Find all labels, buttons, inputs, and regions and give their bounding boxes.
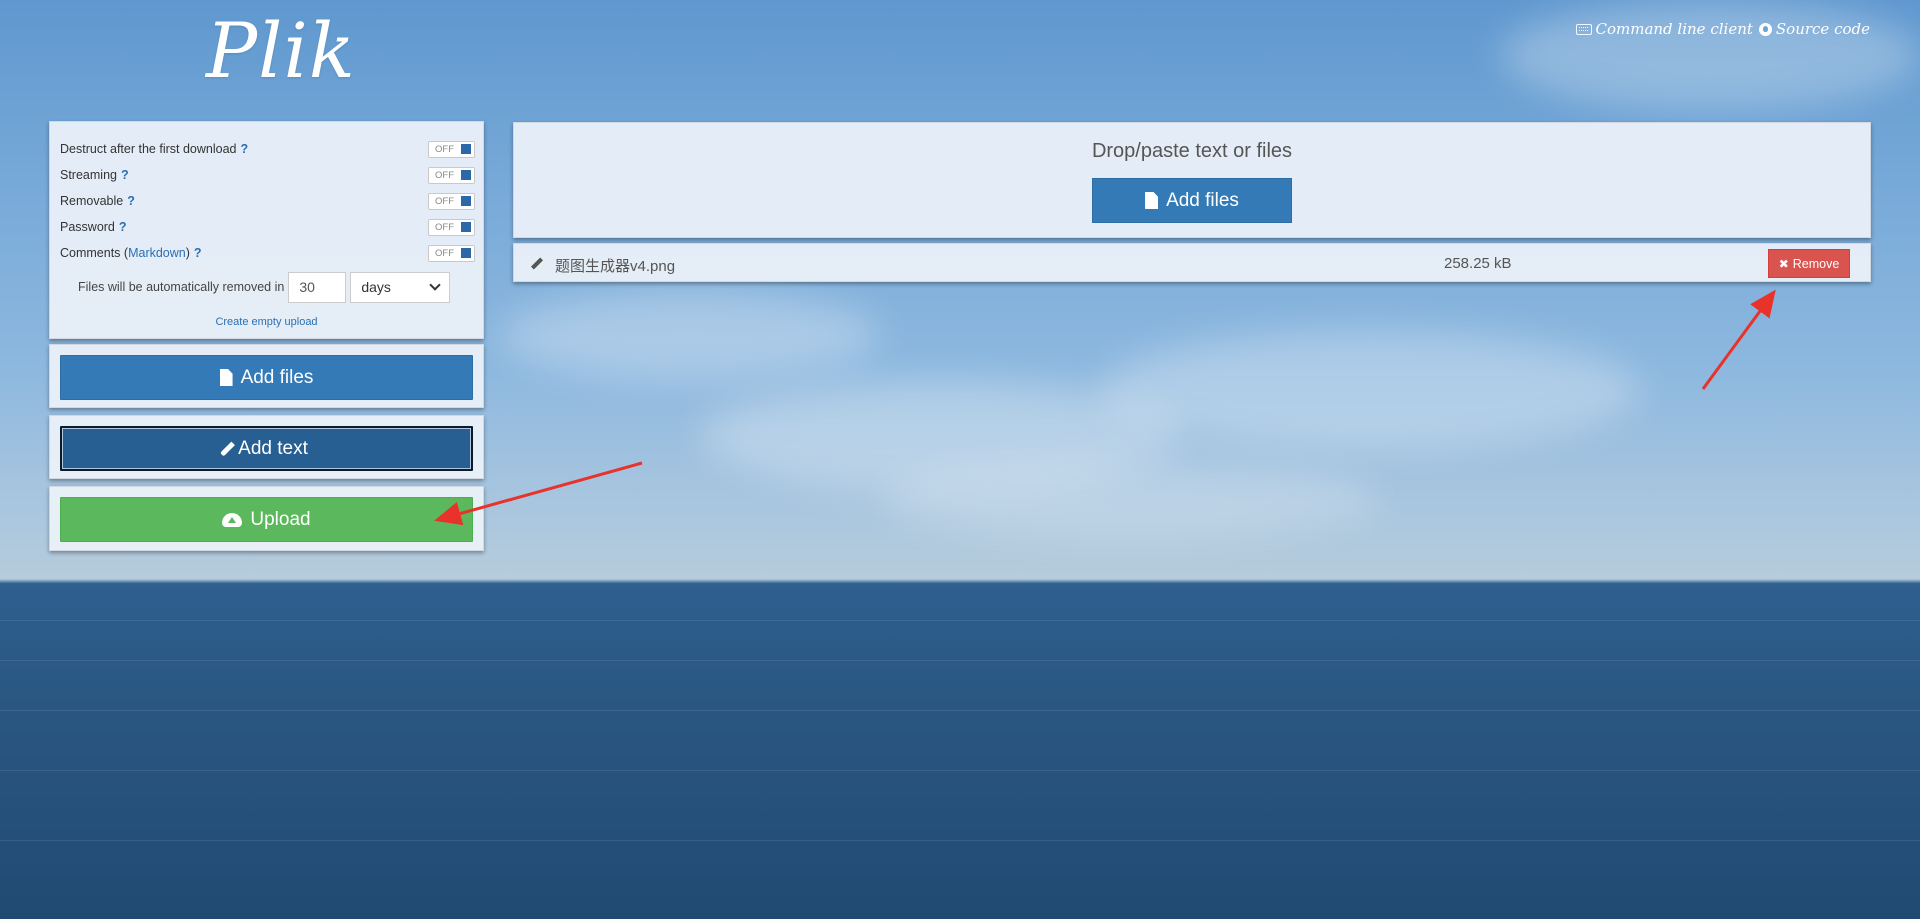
toggle-state: OFF xyxy=(435,195,454,207)
sky-cloud xyxy=(1100,330,1640,450)
command-line-client-label: Command line client xyxy=(1595,20,1753,38)
sky-cloud xyxy=(880,460,1380,540)
upload-label: Upload xyxy=(250,508,311,530)
setting-comments: Comments (Markdown)? OFF xyxy=(60,243,475,263)
cloud-upload-icon xyxy=(222,512,243,527)
remove-file-label: Remove xyxy=(1792,256,1840,271)
github-icon xyxy=(1758,22,1772,36)
source-code-link[interactable]: Source code xyxy=(1758,20,1870,38)
setting-comments-label-suffix: ) xyxy=(185,246,190,260)
sky-cloud xyxy=(500,290,880,380)
setting-streaming-label: Streaming xyxy=(60,168,117,182)
toggle-state: OFF xyxy=(435,143,454,155)
toggle-state: OFF xyxy=(435,221,454,233)
ttl-label: Files will be automatically removed in xyxy=(78,280,285,294)
pencil-icon xyxy=(220,441,236,456)
toggle-knob xyxy=(461,222,471,232)
help-icon[interactable]: ? xyxy=(127,194,135,208)
setting-removable-label: Removable xyxy=(60,194,124,208)
upload-panel: Upload xyxy=(49,486,484,551)
command-line-client-link[interactable]: Command line client xyxy=(1575,20,1753,38)
toggle-knob xyxy=(461,144,471,154)
toggle-knob xyxy=(461,170,471,180)
toggle-state: OFF xyxy=(435,169,454,181)
keyboard-icon xyxy=(1575,23,1592,35)
toggle-knob xyxy=(461,196,471,206)
setting-password-label: Password xyxy=(60,220,115,234)
setting-password: Password? OFF xyxy=(60,217,475,237)
add-text-button[interactable]: Add text xyxy=(60,426,473,471)
setting-destruct-label: Destruct after the first download xyxy=(60,142,237,156)
remove-file-button[interactable]: ✖ Remove xyxy=(1768,249,1850,278)
page-background: Plik Command line client Source code Des… xyxy=(0,0,1920,919)
pencil-icon[interactable] xyxy=(530,257,544,270)
file-name[interactable]: 题图生成器v4.png xyxy=(555,255,675,276)
ttl-value-input[interactable] xyxy=(288,271,347,303)
toggle-state: OFF xyxy=(435,247,454,259)
streaming-toggle[interactable]: OFF xyxy=(428,166,475,184)
drop-zone[interactable]: Drop/paste text or files Add files xyxy=(513,122,1871,238)
setting-removable: Removable? OFF xyxy=(60,191,475,211)
add-files-button[interactable]: Add files xyxy=(60,355,473,400)
add-text-panel: Add text xyxy=(49,415,484,479)
file-size: 258.25 kB xyxy=(1444,255,1512,272)
source-code-label: Source code xyxy=(1775,20,1870,38)
ttl-unit-value: days xyxy=(361,279,391,295)
file-icon xyxy=(1145,192,1159,209)
upload-settings-panel: Destruct after the first download? OFF S… xyxy=(49,121,484,339)
file-row: 题图生成器v4.png 258.25 kB ✖ Remove xyxy=(513,243,1871,282)
drop-zone-text: Drop/paste text or files xyxy=(1091,140,1293,162)
removable-toggle[interactable]: OFF xyxy=(428,192,475,210)
ttl-unit-select[interactable]: days xyxy=(350,271,451,303)
help-icon[interactable]: ? xyxy=(121,168,129,182)
upload-button[interactable]: Upload xyxy=(60,497,473,542)
drop-zone-add-files-label: Add files xyxy=(1166,189,1239,211)
add-files-label: Add files xyxy=(240,366,314,388)
setting-destruct: Destruct after the first download? OFF xyxy=(60,139,475,159)
setting-comments-label-prefix: Comments ( xyxy=(60,246,129,260)
markdown-link[interactable]: Markdown xyxy=(128,246,186,260)
chevron-down-icon xyxy=(429,279,442,291)
annotation-arrow-remove xyxy=(1701,289,1776,390)
help-icon[interactable]: ? xyxy=(119,220,127,234)
password-toggle[interactable]: OFF xyxy=(428,218,475,236)
help-icon[interactable]: ? xyxy=(194,246,202,260)
top-links: Command line client Source code xyxy=(1575,20,1870,38)
add-text-label: Add text xyxy=(238,437,308,459)
comments-toggle[interactable]: OFF xyxy=(428,244,475,262)
ttl-row: Files will be automatically removed in d… xyxy=(78,270,478,304)
close-icon: ✖ xyxy=(1778,256,1789,271)
create-empty-upload-link[interactable]: Create empty upload xyxy=(50,316,483,328)
toggle-knob xyxy=(461,248,471,258)
destruct-toggle[interactable]: OFF xyxy=(428,140,475,158)
add-files-panel: Add files xyxy=(49,344,484,408)
setting-streaming: Streaming? OFF xyxy=(60,165,475,185)
file-icon xyxy=(219,369,233,386)
drop-zone-add-files-button[interactable]: Add files xyxy=(1092,178,1292,223)
sky-cloud xyxy=(1500,0,1920,110)
help-icon[interactable]: ? xyxy=(240,142,248,156)
plik-logo[interactable]: Plik xyxy=(206,6,356,95)
